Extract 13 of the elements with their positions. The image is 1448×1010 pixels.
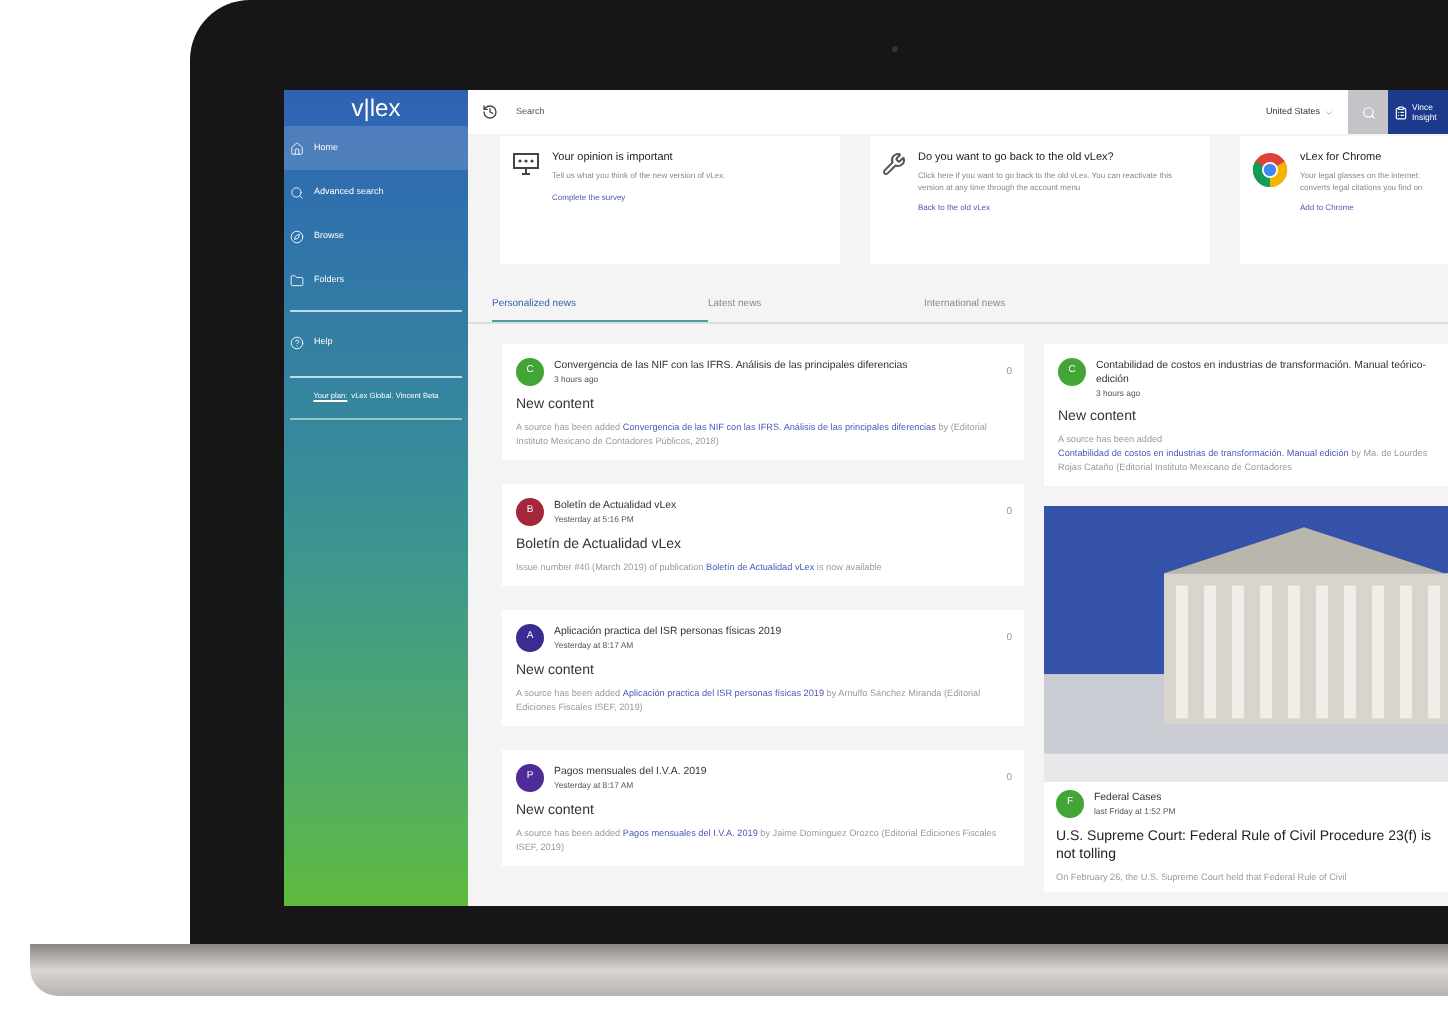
chrome-logo-icon	[1252, 152, 1288, 188]
search-icon	[1361, 105, 1375, 119]
help-icon	[290, 335, 304, 349]
search-icon	[290, 185, 304, 199]
compass-icon	[290, 229, 304, 243]
home-icon	[290, 141, 304, 155]
history-icon[interactable]	[482, 104, 498, 120]
clipboard-icon	[1394, 105, 1408, 119]
vlex-logo[interactable]: v|lex	[351, 94, 401, 122]
monitor-icon	[512, 152, 540, 176]
caret-icon	[1324, 107, 1334, 117]
folder-icon	[290, 273, 304, 287]
wrench-icon	[882, 152, 906, 176]
